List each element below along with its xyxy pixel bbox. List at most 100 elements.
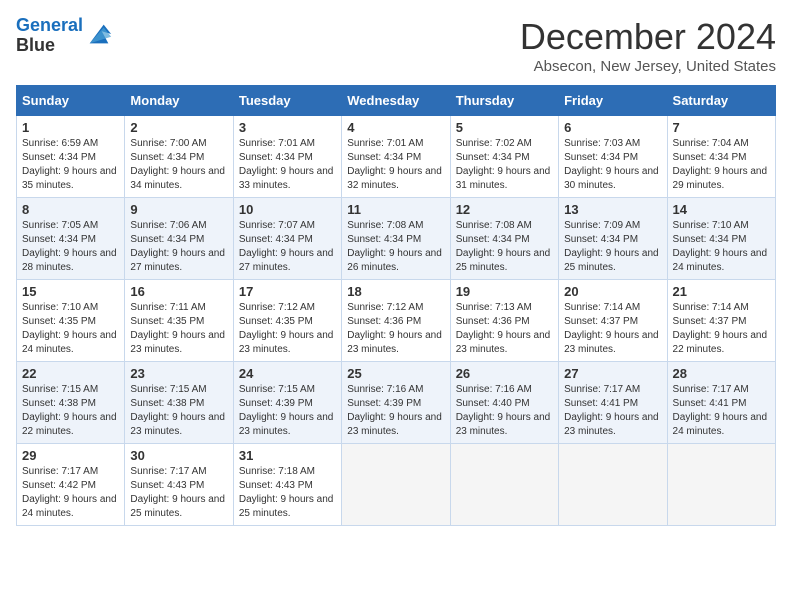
calendar-week-row: 1 Sunrise: 6:59 AMSunset: 4:34 PMDayligh… [17, 116, 776, 198]
day-info: Sunrise: 7:17 AMSunset: 4:41 PMDaylight:… [673, 384, 768, 437]
day-number: 3 [239, 120, 336, 135]
calendar-cell: 16 Sunrise: 7:11 AMSunset: 4:35 PMDaylig… [125, 280, 233, 362]
calendar-cell: 22 Sunrise: 7:15 AMSunset: 4:38 PMDaylig… [17, 362, 125, 444]
calendar-cell: 29 Sunrise: 7:17 AMSunset: 4:42 PMDaylig… [17, 444, 125, 526]
day-info: Sunrise: 7:15 AMSunset: 4:38 PMDaylight:… [130, 384, 225, 437]
calendar-cell: 13 Sunrise: 7:09 AMSunset: 4:34 PMDaylig… [559, 198, 667, 280]
header-monday: Monday [125, 86, 233, 116]
calendar-cell [450, 444, 558, 526]
day-number: 1 [22, 120, 119, 135]
day-number: 7 [673, 120, 770, 135]
calendar-week-row: 15 Sunrise: 7:10 AMSunset: 4:35 PMDaylig… [17, 280, 776, 362]
calendar-week-row: 22 Sunrise: 7:15 AMSunset: 4:38 PMDaylig… [17, 362, 776, 444]
day-number: 29 [22, 448, 119, 463]
day-number: 9 [130, 202, 227, 217]
calendar-table: SundayMondayTuesdayWednesdayThursdayFrid… [16, 85, 776, 526]
day-number: 31 [239, 448, 336, 463]
day-number: 21 [673, 284, 770, 299]
calendar-cell: 19 Sunrise: 7:13 AMSunset: 4:36 PMDaylig… [450, 280, 558, 362]
calendar-cell [342, 444, 450, 526]
calendar-cell: 10 Sunrise: 7:07 AMSunset: 4:34 PMDaylig… [233, 198, 341, 280]
calendar-cell: 11 Sunrise: 7:08 AMSunset: 4:34 PMDaylig… [342, 198, 450, 280]
day-info: Sunrise: 7:08 AMSunset: 4:34 PMDaylight:… [456, 220, 551, 273]
month-title: December 2024 [520, 16, 776, 58]
day-info: Sunrise: 7:17 AMSunset: 4:42 PMDaylight:… [22, 466, 117, 519]
day-info: Sunrise: 7:17 AMSunset: 4:41 PMDaylight:… [564, 384, 659, 437]
calendar-cell: 14 Sunrise: 7:10 AMSunset: 4:34 PMDaylig… [667, 198, 775, 280]
day-info: Sunrise: 7:04 AMSunset: 4:34 PMDaylight:… [673, 138, 768, 191]
day-number: 14 [673, 202, 770, 217]
calendar-cell: 8 Sunrise: 7:05 AMSunset: 4:34 PMDayligh… [17, 198, 125, 280]
calendar-cell [559, 444, 667, 526]
day-number: 6 [564, 120, 661, 135]
day-number: 2 [130, 120, 227, 135]
calendar-week-row: 29 Sunrise: 7:17 AMSunset: 4:42 PMDaylig… [17, 444, 776, 526]
day-info: Sunrise: 7:16 AMSunset: 4:40 PMDaylight:… [456, 384, 551, 437]
header-sunday: Sunday [17, 86, 125, 116]
day-number: 28 [673, 366, 770, 381]
calendar-cell: 9 Sunrise: 7:06 AMSunset: 4:34 PMDayligh… [125, 198, 233, 280]
day-info: Sunrise: 7:00 AMSunset: 4:34 PMDaylight:… [130, 138, 225, 191]
day-info: Sunrise: 7:15 AMSunset: 4:39 PMDaylight:… [239, 384, 334, 437]
calendar-cell: 21 Sunrise: 7:14 AMSunset: 4:37 PMDaylig… [667, 280, 775, 362]
day-info: Sunrise: 7:13 AMSunset: 4:36 PMDaylight:… [456, 302, 551, 355]
calendar-cell: 25 Sunrise: 7:16 AMSunset: 4:39 PMDaylig… [342, 362, 450, 444]
header-friday: Friday [559, 86, 667, 116]
day-number: 27 [564, 366, 661, 381]
day-info: Sunrise: 7:01 AMSunset: 4:34 PMDaylight:… [347, 138, 442, 191]
day-number: 23 [130, 366, 227, 381]
day-info: Sunrise: 7:01 AMSunset: 4:34 PMDaylight:… [239, 138, 334, 191]
day-info: Sunrise: 7:03 AMSunset: 4:34 PMDaylight:… [564, 138, 659, 191]
day-number: 10 [239, 202, 336, 217]
day-number: 15 [22, 284, 119, 299]
header-wednesday: Wednesday [342, 86, 450, 116]
location-title: Absecon, New Jersey, United States [520, 58, 776, 75]
logo-icon [85, 20, 113, 48]
calendar-cell: 1 Sunrise: 6:59 AMSunset: 4:34 PMDayligh… [17, 116, 125, 198]
day-number: 26 [456, 366, 553, 381]
calendar-cell: 23 Sunrise: 7:15 AMSunset: 4:38 PMDaylig… [125, 362, 233, 444]
calendar-week-row: 8 Sunrise: 7:05 AMSunset: 4:34 PMDayligh… [17, 198, 776, 280]
day-info: Sunrise: 7:12 AMSunset: 4:35 PMDaylight:… [239, 302, 334, 355]
day-number: 22 [22, 366, 119, 381]
calendar-cell: 27 Sunrise: 7:17 AMSunset: 4:41 PMDaylig… [559, 362, 667, 444]
day-number: 16 [130, 284, 227, 299]
calendar-cell: 24 Sunrise: 7:15 AMSunset: 4:39 PMDaylig… [233, 362, 341, 444]
day-info: Sunrise: 7:12 AMSunset: 4:36 PMDaylight:… [347, 302, 442, 355]
header-thursday: Thursday [450, 86, 558, 116]
day-info: Sunrise: 7:14 AMSunset: 4:37 PMDaylight:… [673, 302, 768, 355]
logo: GeneralBlue [16, 16, 113, 56]
calendar-cell: 7 Sunrise: 7:04 AMSunset: 4:34 PMDayligh… [667, 116, 775, 198]
header-saturday: Saturday [667, 86, 775, 116]
day-number: 12 [456, 202, 553, 217]
day-number: 8 [22, 202, 119, 217]
calendar-cell: 4 Sunrise: 7:01 AMSunset: 4:34 PMDayligh… [342, 116, 450, 198]
day-info: Sunrise: 7:10 AMSunset: 4:34 PMDaylight:… [673, 220, 768, 273]
calendar-cell: 17 Sunrise: 7:12 AMSunset: 4:35 PMDaylig… [233, 280, 341, 362]
day-info: Sunrise: 7:16 AMSunset: 4:39 PMDaylight:… [347, 384, 442, 437]
day-number: 18 [347, 284, 444, 299]
day-number: 4 [347, 120, 444, 135]
day-number: 11 [347, 202, 444, 217]
day-info: Sunrise: 7:14 AMSunset: 4:37 PMDaylight:… [564, 302, 659, 355]
day-number: 17 [239, 284, 336, 299]
day-number: 20 [564, 284, 661, 299]
calendar-cell: 3 Sunrise: 7:01 AMSunset: 4:34 PMDayligh… [233, 116, 341, 198]
day-number: 30 [130, 448, 227, 463]
calendar-cell: 28 Sunrise: 7:17 AMSunset: 4:41 PMDaylig… [667, 362, 775, 444]
calendar-cell: 26 Sunrise: 7:16 AMSunset: 4:40 PMDaylig… [450, 362, 558, 444]
title-block: December 2024 Absecon, New Jersey, Unite… [520, 16, 776, 75]
day-info: Sunrise: 7:08 AMSunset: 4:34 PMDaylight:… [347, 220, 442, 273]
header-tuesday: Tuesday [233, 86, 341, 116]
calendar-cell: 2 Sunrise: 7:00 AMSunset: 4:34 PMDayligh… [125, 116, 233, 198]
calendar-cell [667, 444, 775, 526]
day-info: Sunrise: 7:11 AMSunset: 4:35 PMDaylight:… [130, 302, 225, 355]
calendar-cell: 5 Sunrise: 7:02 AMSunset: 4:34 PMDayligh… [450, 116, 558, 198]
calendar-cell: 31 Sunrise: 7:18 AMSunset: 4:43 PMDaylig… [233, 444, 341, 526]
calendar-cell: 20 Sunrise: 7:14 AMSunset: 4:37 PMDaylig… [559, 280, 667, 362]
day-info: Sunrise: 7:17 AMSunset: 4:43 PMDaylight:… [130, 466, 225, 519]
day-info: Sunrise: 7:06 AMSunset: 4:34 PMDaylight:… [130, 220, 225, 273]
calendar-cell: 12 Sunrise: 7:08 AMSunset: 4:34 PMDaylig… [450, 198, 558, 280]
page-header: GeneralBlue December 2024 Absecon, New J… [16, 16, 776, 75]
day-info: Sunrise: 7:09 AMSunset: 4:34 PMDaylight:… [564, 220, 659, 273]
